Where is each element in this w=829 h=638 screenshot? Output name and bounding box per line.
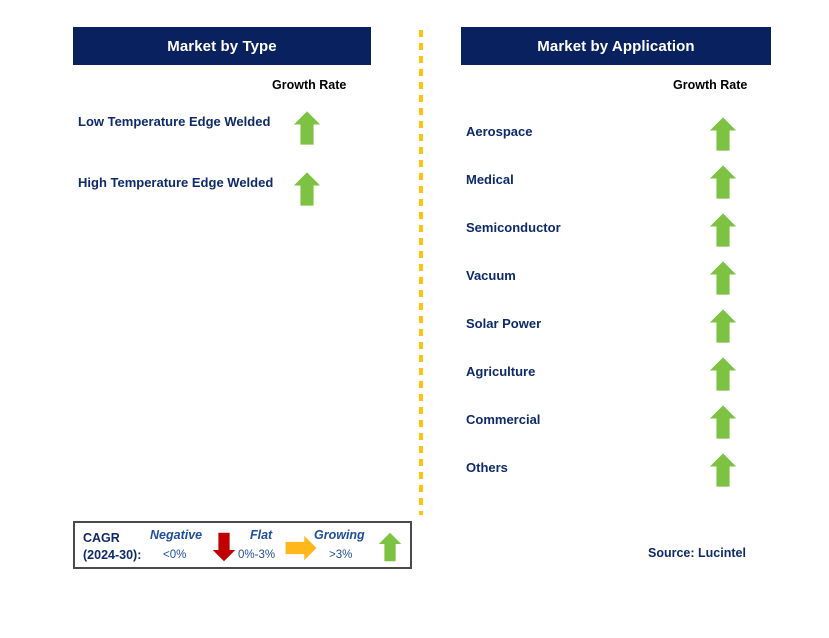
market-row: Solar Power xyxy=(466,308,766,356)
arrow-up-icon xyxy=(709,116,737,152)
arrow-up-icon xyxy=(378,529,402,565)
arrow-up-icon xyxy=(709,212,737,248)
market-by-application-header: Market by Application xyxy=(461,27,771,65)
market-row: Semiconductor xyxy=(466,212,766,260)
market-row-label: Others xyxy=(466,460,508,475)
arrow-up-icon xyxy=(709,452,737,488)
source-credit: Source: Lucintel xyxy=(648,546,746,560)
market-row: High Temperature Edge Welded xyxy=(78,171,378,232)
market-row-label: Commercial xyxy=(466,412,541,427)
arrow-up-icon xyxy=(709,164,737,200)
legend-term: Flat xyxy=(250,528,273,542)
arrow-up-icon xyxy=(709,404,737,440)
arrow-up-icon xyxy=(709,356,737,392)
market-row: Commercial xyxy=(466,404,766,452)
legend-cagr-line2: (2024-30): xyxy=(83,548,142,562)
market-row: Aerospace xyxy=(466,116,766,164)
panel-title-right: Market by Application xyxy=(537,37,695,55)
legend-cagr-line1: CAGR xyxy=(83,531,120,545)
market-row-label: Medical xyxy=(466,172,514,187)
legend-term: Growing xyxy=(314,528,365,542)
market-row-label: Solar Power xyxy=(466,316,542,331)
market-row: Agriculture xyxy=(466,356,766,404)
market-row: Others xyxy=(466,452,766,500)
market-row: Low Temperature Edge Welded xyxy=(78,110,378,171)
legend-cagr-label: CAGR (2024-30): xyxy=(83,530,141,564)
legend-range: >3% xyxy=(329,549,353,561)
market-by-type-header: Market by Type xyxy=(73,27,371,65)
legend-range: 0%-3% xyxy=(238,549,276,561)
arrow-up-icon xyxy=(293,110,321,146)
market-row-label: Agriculture xyxy=(466,364,536,379)
market-row-label: Semiconductor xyxy=(466,220,561,235)
vertical-dashed-divider xyxy=(419,30,423,515)
growth-rate-caption-left: Growth Rate xyxy=(272,78,347,92)
arrow-up-icon xyxy=(293,171,321,207)
market-row-label: Vacuum xyxy=(466,268,516,283)
arrow-down-icon xyxy=(212,529,236,565)
cagr-legend: CAGR (2024-30): Negative <0% Flat 0%-3% Grow… xyxy=(73,521,412,569)
arrow-up-icon xyxy=(709,308,737,344)
market-row-label: Aerospace xyxy=(466,124,533,139)
market-row: Medical xyxy=(466,164,766,212)
legend-term: Negative xyxy=(150,528,203,542)
legend-range: <0% xyxy=(163,549,187,561)
arrow-up-icon xyxy=(709,260,737,296)
market-row: Vacuum xyxy=(466,260,766,308)
panel-title-left: Market by Type xyxy=(167,37,277,55)
growth-rate-caption-right: Growth Rate xyxy=(673,78,748,92)
market-row-label: Low Temperature Edge Welded xyxy=(78,114,271,129)
market-row-label: High Temperature Edge Welded xyxy=(78,175,274,190)
